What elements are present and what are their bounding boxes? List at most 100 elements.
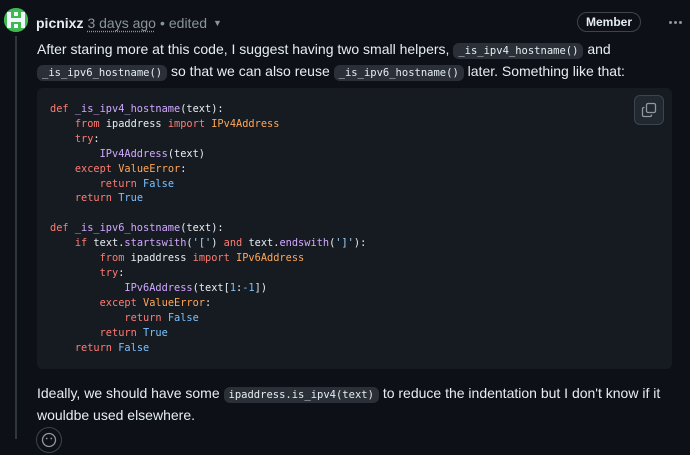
member-badge: Member xyxy=(576,12,641,32)
code-token: from xyxy=(99,252,125,265)
code-token: text. xyxy=(87,237,125,250)
code-token: import xyxy=(167,117,206,130)
code-token: return xyxy=(74,341,113,354)
code-token: (text[ xyxy=(192,281,230,294)
code-token: return xyxy=(124,311,162,324)
code-line: IPv6Address(text[1:-1]) xyxy=(50,281,366,296)
code-token: ipaddress xyxy=(99,117,168,130)
code-token: ValueError xyxy=(118,162,181,175)
comment-paragraph-2: Ideally, we should have some ipaddress.i… xyxy=(37,383,677,425)
code-token: : xyxy=(118,266,125,279)
add-reaction-button[interactable] xyxy=(36,427,62,453)
code-content[interactable]: def _is_ipv4_hostname(text): from ipaddr… xyxy=(50,102,366,355)
text-segment: and xyxy=(587,41,611,57)
code-token: ipaddress xyxy=(124,252,193,265)
code-token: : xyxy=(180,162,187,175)
code-line: def _is_ipv4_hostname(text): xyxy=(50,102,366,117)
code-token: True xyxy=(143,326,168,339)
code-token: text. xyxy=(242,237,280,250)
code-token: IPv6Address xyxy=(236,252,305,265)
code-line: try: xyxy=(50,132,366,147)
code-line: IPv4Address(text) xyxy=(50,147,366,162)
code-token: IPv4Address xyxy=(99,147,168,160)
code-token: try xyxy=(74,132,94,145)
code-token: False xyxy=(143,177,175,190)
code-token: if xyxy=(74,237,88,250)
separator: • xyxy=(159,15,165,31)
code-token: (text): xyxy=(180,222,224,235)
code-token: return xyxy=(74,192,113,205)
code-token: : xyxy=(93,132,100,145)
inline-code: _is_ipv4_hostname() xyxy=(453,43,584,59)
text-segment: later. Something like that: xyxy=(467,63,625,79)
text-segment: After staring more at this code, I sugge… xyxy=(37,41,450,57)
timeline-line xyxy=(15,36,17,439)
code-line: def _is_ipv6_hostname(text): xyxy=(50,221,366,236)
edited-label[interactable]: edited xyxy=(169,15,207,31)
code-token: from xyxy=(74,117,100,130)
code-line: from ipaddress import IPv4Address xyxy=(50,117,366,132)
code-line: from ipaddress import IPv6Address xyxy=(50,251,366,266)
text-segment: so that we can also reuse xyxy=(171,63,330,79)
code-token: return xyxy=(99,326,137,339)
code-token: ): xyxy=(353,237,367,250)
code-token: -1 xyxy=(242,281,255,294)
code-token: startswith xyxy=(124,237,187,250)
code-line: if text.startswith('[') and text.endswit… xyxy=(50,236,366,251)
code-token: ValueError xyxy=(143,296,206,309)
code-line: try: xyxy=(50,266,366,281)
identicon-avatar xyxy=(4,8,28,32)
code-token: True xyxy=(118,192,144,205)
code-token: def xyxy=(50,103,75,115)
chevron-down-icon[interactable]: ▼ xyxy=(213,18,222,28)
code-token: _is_ipv4_hostname xyxy=(74,103,181,115)
code-token: ) xyxy=(211,237,224,250)
code-line: return False xyxy=(50,311,366,326)
inline-code: _is_ipv6_hostname() xyxy=(333,65,464,81)
code-line: return True xyxy=(50,191,366,206)
code-token: '[' xyxy=(192,237,212,250)
comment-header: picnixz 3 days ago • edited ▼ Member xyxy=(36,12,690,33)
comment-paragraph-1: After staring more at this code, I sugge… xyxy=(37,39,677,83)
code-line: return False xyxy=(50,177,366,192)
author-avatar[interactable] xyxy=(4,8,28,32)
code-token: endswith xyxy=(279,237,330,250)
code-token: def xyxy=(50,222,75,235)
code-line: return True xyxy=(50,326,366,341)
code-token: False xyxy=(118,341,150,354)
code-token: and xyxy=(223,237,243,250)
kebab-horizontal-icon[interactable] xyxy=(664,13,686,31)
inline-code: _is_ipv6_hostname() xyxy=(37,65,168,81)
code-token: IPv6Address xyxy=(124,281,193,294)
author-name[interactable]: picnixz xyxy=(36,15,83,31)
code-token: (text): xyxy=(180,103,224,115)
code-token: try xyxy=(99,266,119,279)
inline-code: ipaddress.is_ipv4(text) xyxy=(223,387,379,403)
code-block[interactable]: def _is_ipv4_hostname(text): from ipaddr… xyxy=(37,88,672,369)
code-line: except ValueError: xyxy=(50,162,366,177)
copy-button[interactable] xyxy=(634,95,664,125)
code-token: ]) xyxy=(254,281,268,294)
code-line: except ValueError: xyxy=(50,296,366,311)
code-token: False xyxy=(167,311,199,324)
code-token: return xyxy=(99,177,137,190)
code-line: return False xyxy=(50,341,366,356)
comment-timestamp[interactable]: 3 days ago xyxy=(87,15,156,31)
code-token: : xyxy=(205,296,212,309)
code-token: IPv4Address xyxy=(211,117,280,130)
copy-icon xyxy=(641,102,657,118)
